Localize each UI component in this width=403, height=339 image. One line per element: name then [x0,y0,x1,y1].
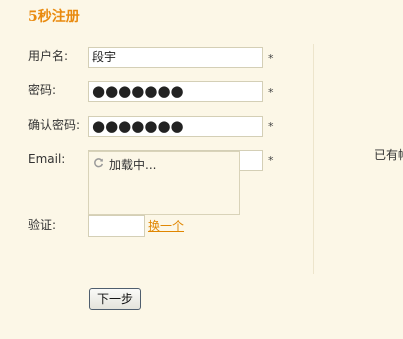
column-divider [313,44,314,274]
existing-account-text: 已有帐号 [374,148,403,162]
password-field[interactable]: ●●●●●●● [88,81,263,102]
email-label: Email: [28,152,66,166]
username-required-mark: * [268,52,274,65]
captcha-image-box: 加载中... [88,151,240,215]
confirm-password-required-mark: * [268,120,274,133]
registration-form-title: 5秒注册 [28,9,80,25]
confirm-password-label: 确认密码: [28,118,81,132]
confirm-password-field[interactable]: ●●●●●●● [88,116,263,137]
email-required-mark: * [268,154,274,167]
captcha-loading-text: 加载中... [109,158,157,172]
verify-label: 验证: [28,218,57,232]
password-label: 密码: [28,83,57,97]
username-label: 用户名: [28,49,69,63]
verify-code-input[interactable] [88,215,145,237]
password-required-mark: * [268,86,274,99]
refresh-icon [94,158,104,168]
username-field[interactable]: 段宇 [88,47,263,68]
next-step-button[interactable]: 下一步 [89,288,141,310]
refresh-captcha-link[interactable]: 换一个 [148,219,184,234]
